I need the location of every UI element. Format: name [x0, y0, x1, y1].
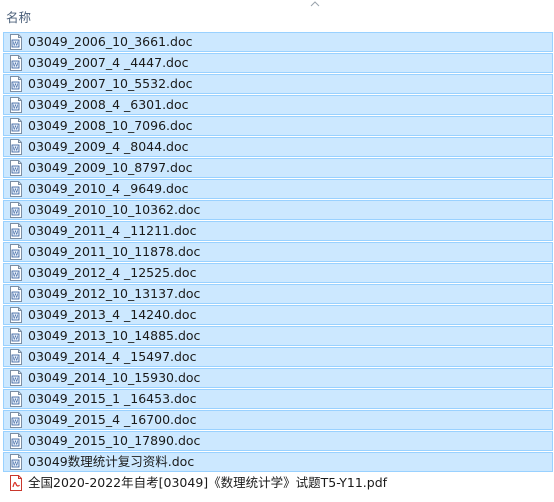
file-name: 03049_2012_10_13137.doc: [28, 286, 201, 301]
svg-text:W: W: [13, 378, 19, 384]
file-row[interactable]: W 03049_2013_4 _14240.doc: [3, 305, 553, 325]
file-row[interactable]: W 03049_2013_10_14885.doc: [3, 326, 553, 346]
word-doc-icon: W: [9, 349, 23, 365]
svg-text:W: W: [13, 399, 19, 405]
word-doc-icon: W: [9, 265, 23, 281]
file-row[interactable]: W 03049_2011_10_11878.doc: [3, 242, 553, 262]
svg-text:W: W: [13, 126, 19, 132]
pdf-icon: [9, 475, 23, 491]
column-header: 名称: [0, 0, 554, 30]
file-name: 03049_2010_10_10362.doc: [28, 202, 201, 217]
sort-ascending-icon[interactable]: [309, 0, 321, 8]
svg-text:W: W: [13, 420, 19, 426]
svg-text:W: W: [13, 147, 19, 153]
word-doc-icon: W: [9, 433, 23, 449]
svg-text:W: W: [13, 315, 19, 321]
file-name: 03049_2011_4 _11211.doc: [28, 223, 197, 238]
svg-text:W: W: [13, 252, 19, 258]
word-doc-icon: W: [9, 412, 23, 428]
svg-text:W: W: [13, 210, 19, 216]
svg-text:W: W: [13, 231, 19, 237]
file-row[interactable]: W 03049_2010_10_10362.doc: [3, 200, 553, 220]
word-doc-icon: W: [9, 76, 23, 92]
word-doc-icon: W: [9, 97, 23, 113]
file-name: 03049数理统计复习资料.doc: [28, 454, 195, 469]
file-name: 03049_2007_4 _4447.doc: [28, 55, 189, 70]
file-name: 03049_2013_10_14885.doc: [28, 328, 201, 343]
svg-text:W: W: [13, 63, 19, 69]
svg-text:W: W: [13, 273, 19, 279]
word-doc-icon: W: [9, 181, 23, 197]
file-name: 03049_2009_10_8797.doc: [28, 160, 193, 175]
file-name: 03049_2015_1 _16453.doc: [28, 391, 197, 406]
column-header-name[interactable]: 名称: [6, 7, 31, 26]
file-name: 03049_2013_4 _14240.doc: [28, 307, 197, 322]
file-row[interactable]: W 03049_2015_10_17890.doc: [3, 431, 553, 451]
word-doc-icon: W: [9, 370, 23, 386]
file-name: 03049_2009_4 _8044.doc: [28, 139, 189, 154]
file-row[interactable]: W 03049_2011_4 _11211.doc: [3, 221, 553, 241]
file-name: 03049_2015_4 _16700.doc: [28, 412, 197, 427]
svg-text:W: W: [13, 168, 19, 174]
svg-text:W: W: [13, 189, 19, 195]
file-row[interactable]: W 03049_2009_10_8797.doc: [3, 158, 553, 178]
word-doc-icon: W: [9, 160, 23, 176]
word-doc-icon: W: [9, 118, 23, 134]
file-row[interactable]: 全国2020-2022年自考[03049]《数理统计学》试题T5-Y11.pdf: [3, 473, 553, 493]
word-doc-icon: W: [9, 223, 23, 239]
svg-text:W: W: [13, 441, 19, 447]
svg-text:W: W: [13, 42, 19, 48]
svg-text:W: W: [13, 105, 19, 111]
word-doc-icon: W: [9, 328, 23, 344]
word-doc-icon: W: [9, 391, 23, 407]
file-row[interactable]: W 03049_2007_4 _4447.doc: [3, 53, 553, 73]
file-row[interactable]: W 03049_2014_4 _15497.doc: [3, 347, 553, 367]
file-name: 03049_2008_4 _6301.doc: [28, 97, 189, 112]
file-row[interactable]: W 03049_2007_10_5532.doc: [3, 74, 553, 94]
file-name: 03049_2012_4 _12525.doc: [28, 265, 197, 280]
file-row[interactable]: W 03049_2012_10_13137.doc: [3, 284, 553, 304]
file-row[interactable]: W 03049_2015_4 _16700.doc: [3, 410, 553, 430]
file-row[interactable]: W 03049_2015_1 _16453.doc: [3, 389, 553, 409]
word-doc-icon: W: [9, 139, 23, 155]
file-row[interactable]: W 03049_2008_4 _6301.doc: [3, 95, 553, 115]
file-name: 03049_2007_10_5532.doc: [28, 76, 193, 91]
file-row[interactable]: W 03049数理统计复习资料.doc: [3, 452, 553, 472]
svg-text:W: W: [13, 294, 19, 300]
file-name: 03049_2011_10_11878.doc: [28, 244, 201, 259]
file-row[interactable]: W 03049_2010_4 _9649.doc: [3, 179, 553, 199]
file-row[interactable]: W 03049_2014_10_15930.doc: [3, 368, 553, 388]
word-doc-icon: W: [9, 55, 23, 71]
file-row[interactable]: W 03049_2012_4 _12525.doc: [3, 263, 553, 283]
word-doc-icon: W: [9, 454, 23, 470]
file-name: 03049_2015_10_17890.doc: [28, 433, 201, 448]
file-row[interactable]: W 03049_2009_4 _8044.doc: [3, 137, 553, 157]
file-name: 03049_2014_10_15930.doc: [28, 370, 201, 385]
word-doc-icon: W: [9, 286, 23, 302]
word-doc-icon: W: [9, 307, 23, 323]
file-row[interactable]: W 03049_2006_10_3661.doc: [3, 32, 553, 52]
file-name: 03049_2006_10_3661.doc: [28, 34, 193, 49]
file-name: 03049_2014_4 _15497.doc: [28, 349, 197, 364]
file-list: W 03049_2006_10_3661.doc W 03049_2007_4 _44…: [0, 32, 554, 494]
file-name: 03049_2008_10_7096.doc: [28, 118, 193, 133]
word-doc-icon: W: [9, 202, 23, 218]
file-name: 全国2020-2022年自考[03049]《数理统计学》试题T5-Y11.pdf: [28, 475, 388, 490]
word-doc-icon: W: [9, 244, 23, 260]
svg-text:W: W: [13, 84, 19, 90]
svg-text:W: W: [13, 336, 19, 342]
word-doc-icon: W: [9, 34, 23, 50]
svg-text:W: W: [13, 462, 19, 468]
svg-text:W: W: [13, 357, 19, 363]
file-name: 03049_2010_4 _9649.doc: [28, 181, 189, 196]
file-row[interactable]: W 03049_2008_10_7096.doc: [3, 116, 553, 136]
